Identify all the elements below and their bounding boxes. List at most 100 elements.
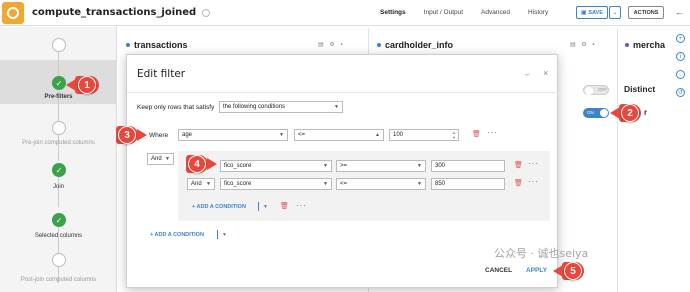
toggle-label: ON	[587, 110, 594, 115]
partial-label: r	[644, 108, 648, 117]
toggle-label: OFF	[598, 87, 607, 92]
spinner-icon[interactable]: ▲ ▼	[452, 130, 456, 140]
caret-down-icon: ▼	[334, 104, 339, 110]
add-condition-dropdown[interactable]: ▼	[263, 204, 268, 210]
select-value: <=	[298, 132, 306, 138]
select-value: the following conditions	[223, 104, 286, 110]
save-dropdown-button[interactable]: ⌄	[609, 6, 621, 19]
check-icon[interactable]: ✓	[52, 76, 66, 90]
filter-mode-select[interactable]: the following conditions ▼	[219, 101, 343, 113]
value-input[interactable]: 300	[431, 160, 505, 172]
app-logo[interactable]	[2, 1, 24, 24]
apply-button[interactable]: APPLY	[526, 267, 547, 274]
caret-down-icon: ▼	[323, 181, 328, 187]
check-icon[interactable]: ✓	[52, 163, 66, 177]
step-pre-join-computed[interactable]: Pre-join computed columns	[0, 140, 117, 146]
connector-select[interactable]: And ▼	[187, 178, 215, 190]
empty-step-icon[interactable]	[52, 253, 66, 267]
distinct-label: Distinct	[624, 84, 656, 94]
step-join[interactable]: Join	[0, 184, 117, 190]
keep-rows-label: Keep only rows that satisfy	[137, 104, 215, 111]
operator-select[interactable]: <= ▲	[294, 129, 384, 141]
where-label: Where	[149, 132, 169, 139]
dataset-name: transactions	[134, 40, 188, 50]
minimize-icon[interactable]: –	[525, 70, 529, 79]
chat-icon[interactable]: ◌	[676, 70, 685, 79]
callout-number: 4	[188, 155, 206, 173]
step-post-join-computed[interactable]: Post-join computed columns	[0, 277, 117, 283]
select-value: And	[191, 181, 202, 187]
step-pre-filters[interactable]: Pre-filters	[0, 94, 117, 100]
check-icon[interactable]: ✓	[52, 213, 66, 227]
caret-down-icon: ▼	[206, 181, 211, 187]
trash-icon[interactable]: 🗑	[472, 130, 481, 138]
add-condition-outer-button[interactable]: + ADD A CONDITION	[150, 232, 204, 238]
caret-down-icon: ▼	[417, 181, 422, 187]
operator-select[interactable]: <= ▼	[336, 178, 426, 190]
caret-down-icon: ▼	[279, 132, 284, 138]
column-select[interactable]: fico_score ▼	[220, 178, 332, 190]
caret-down-icon: ▼	[323, 163, 328, 169]
back-arrow-icon[interactable]: ←	[675, 7, 684, 17]
watermark: 公众号 · 诚也seiya	[494, 247, 589, 260]
select-value: fico_score	[224, 163, 252, 169]
value-input[interactable]: 850	[431, 178, 505, 190]
dataset-header-cardholder: cardholder_info	[377, 37, 453, 53]
trash-icon[interactable]: 🗑	[280, 202, 289, 210]
save-icon: ▣	[581, 9, 587, 16]
pre-filter-toggle-on[interactable]: ON	[583, 108, 609, 118]
callout-number: 5	[564, 262, 582, 280]
save-label: SAVE	[588, 9, 603, 16]
caret-up-icon: ▲	[375, 132, 380, 138]
tab-settings[interactable]: Settings	[380, 0, 406, 26]
modal-title: Edit filter	[137, 68, 186, 80]
add-condition-inner-button[interactable]: + ADD A CONDITION	[192, 204, 246, 210]
group-operator-select[interactable]: And ▼	[147, 153, 174, 165]
dataset-toolbar-icons[interactable]: ▤ ⚙ ▪	[570, 41, 597, 48]
column-select[interactable]: age ▼	[178, 129, 288, 141]
select-value: age	[182, 132, 193, 138]
select-value: >=	[340, 163, 348, 169]
condition-group: fico_score ▼ >= ▼ 300 🗑 ··· And ▼ fico_scor…	[178, 151, 550, 221]
more-options-icon[interactable]: ···	[528, 159, 539, 168]
select-value: fico_score	[224, 181, 252, 187]
recipe-status-icon[interactable]	[202, 8, 211, 17]
value-input[interactable]: 100	[389, 129, 459, 141]
input-value: 300	[435, 163, 446, 169]
pre-filter-toggle-off[interactable]: OFF	[583, 85, 609, 95]
close-icon[interactable]: ×	[543, 68, 548, 78]
add-condition-dropdown[interactable]: ▼	[222, 232, 227, 238]
callout-number: 1	[78, 76, 96, 94]
input-value: 100	[393, 132, 404, 138]
select-value: And	[151, 156, 162, 162]
select-value: <=	[340, 181, 348, 187]
dataset-header-transactions: transactions	[126, 37, 188, 53]
more-options-icon[interactable]: ···	[487, 128, 498, 137]
cancel-button[interactable]: CANCEL	[485, 267, 512, 274]
column-select[interactable]: fico_score ▼	[220, 160, 332, 172]
chevron-down-icon: ⌄	[612, 10, 618, 16]
tab-input-output[interactable]: Input / Output	[424, 0, 463, 26]
history-icon[interactable]: ↺	[676, 88, 685, 97]
recipe-steps-sidebar: ✓ Pre-filters Pre-join computed columns …	[0, 27, 117, 292]
trash-icon[interactable]: 🗑	[514, 161, 523, 169]
input-step-icon[interactable]	[52, 38, 66, 52]
step-selected-columns[interactable]: Selected columns	[0, 233, 117, 239]
callout-number: 2	[621, 104, 639, 122]
dataset-header-merchant: mercha	[625, 37, 665, 53]
actions-button[interactable]: ACTIONS	[628, 6, 664, 19]
tab-advanced[interactable]: Advanced	[481, 0, 510, 26]
recipe-tabs: Settings Input / Output Advanced History	[380, 0, 566, 26]
info-icon[interactable]: i	[676, 52, 685, 61]
save-button[interactable]: ▣ SAVE	[576, 6, 608, 19]
dataset-toolbar-icons[interactable]: ▤ ⚙ ▪	[318, 41, 345, 48]
recipe-title[interactable]: compute_transactions_joined	[32, 7, 196, 18]
more-options-icon[interactable]: ···	[296, 201, 307, 210]
operator-select[interactable]: >= ▼	[336, 160, 426, 172]
more-options-icon[interactable]: ···	[528, 177, 539, 186]
tab-history[interactable]: History	[528, 0, 548, 26]
empty-step-icon[interactable]	[52, 121, 66, 135]
plus-icon[interactable]: +	[676, 34, 685, 43]
caret-down-icon: ▼	[417, 163, 422, 169]
trash-icon[interactable]: 🗑	[514, 179, 523, 187]
